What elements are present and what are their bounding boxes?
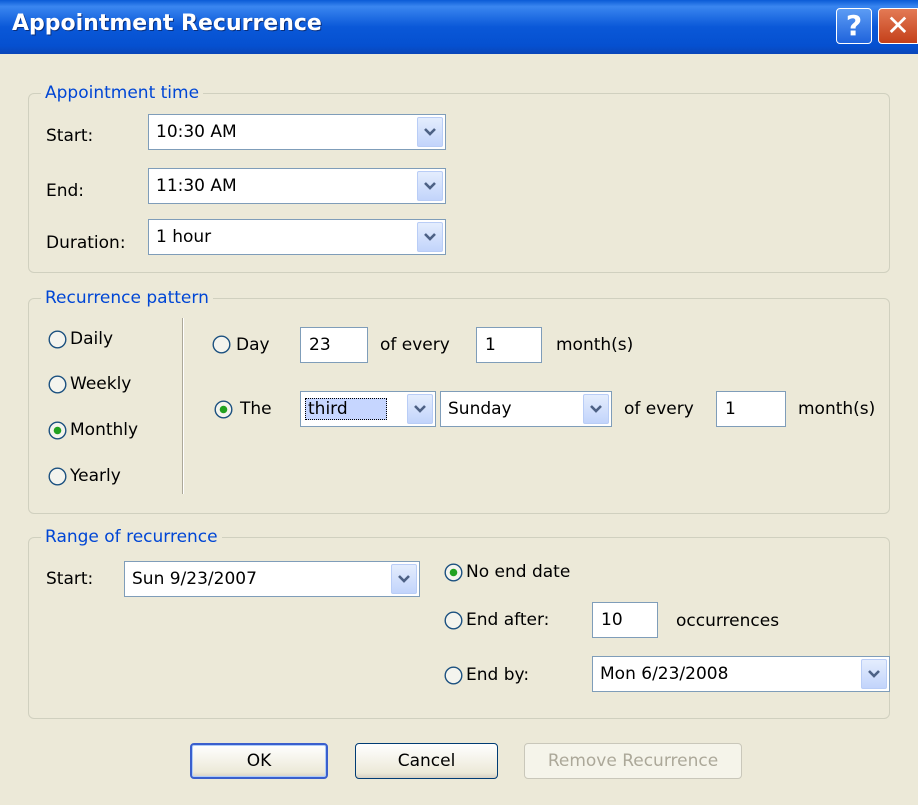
- monthly-label[interactable]: Monthly: [70, 419, 138, 441]
- window-title: Appointment Recurrence: [12, 11, 322, 36]
- range-start-select[interactable]: Sun 9/23/2007: [124, 561, 420, 597]
- no-end-date-radio[interactable]: [444, 563, 463, 582]
- chevron-down-icon: [398, 575, 410, 583]
- day-months-interval-input[interactable]: 1: [476, 327, 542, 363]
- chevron-down-icon: [424, 182, 436, 190]
- end-after-occurrences-input[interactable]: 10: [592, 602, 658, 638]
- pattern-divider: [182, 318, 184, 494]
- end-time-value: 11:30 AM: [156, 176, 237, 196]
- chevron-down-icon: [868, 670, 880, 678]
- range-start-dropdown-button[interactable]: [391, 564, 417, 594]
- ok-button[interactable]: OK: [190, 743, 328, 779]
- no-end-date-label[interactable]: No end date: [466, 561, 570, 583]
- start-time-select[interactable]: 10:30 AM: [148, 114, 446, 150]
- cancel-button[interactable]: Cancel: [355, 743, 498, 779]
- duration-label: Duration:: [46, 233, 126, 253]
- daily-radio[interactable]: [48, 330, 67, 349]
- day-of-every-label: of every: [380, 335, 450, 355]
- the-months-interval-value: 1: [725, 399, 736, 419]
- occurrences-label: occurrences: [676, 611, 780, 631]
- help-icon: ?: [845, 9, 863, 42]
- close-button[interactable]: ✕: [878, 8, 918, 44]
- duration-value: 1 hour: [156, 227, 212, 247]
- duration-dropdown-button[interactable]: [417, 222, 443, 252]
- duration-select[interactable]: 1 hour: [148, 219, 446, 255]
- end-by-label[interactable]: End by:: [466, 664, 529, 686]
- weekly-label[interactable]: Weekly: [70, 373, 131, 395]
- yearly-radio[interactable]: [48, 467, 67, 486]
- end-by-date-value: Mon 6/23/2008: [600, 664, 729, 684]
- day-option-label[interactable]: Day: [236, 334, 270, 356]
- end-after-label[interactable]: End after:: [466, 609, 549, 631]
- help-button[interactable]: ?: [836, 8, 872, 44]
- end-by-radio[interactable]: [444, 666, 463, 685]
- weekday-dropdown-button[interactable]: [583, 394, 609, 424]
- monthly-radio[interactable]: [48, 421, 67, 440]
- the-months-suffix: month(s): [798, 399, 876, 419]
- daily-label[interactable]: Daily: [70, 328, 113, 350]
- chevron-down-icon: [414, 405, 426, 413]
- chevron-down-icon: [424, 128, 436, 136]
- range-start-label: Start:: [46, 569, 94, 589]
- title-bar[interactable]: Appointment Recurrence ? ✕: [0, 0, 918, 54]
- the-option-radio[interactable]: [214, 400, 233, 419]
- yearly-label[interactable]: Yearly: [70, 465, 121, 487]
- day-months-interval-value: 1: [485, 335, 496, 355]
- start-time-value: 10:30 AM: [156, 122, 237, 142]
- end-after-radio[interactable]: [444, 611, 463, 630]
- day-option-radio[interactable]: [212, 335, 231, 354]
- end-time-label: End:: [46, 181, 85, 201]
- end-time-select[interactable]: 11:30 AM: [148, 168, 446, 204]
- end-by-dropdown-button[interactable]: [861, 659, 887, 689]
- day-months-suffix: month(s): [556, 335, 634, 355]
- the-option-label[interactable]: The: [240, 398, 272, 420]
- chevron-down-icon: [424, 233, 436, 241]
- ordinal-dropdown-button[interactable]: [407, 394, 433, 424]
- ordinal-value: third: [305, 398, 387, 420]
- ordinal-select[interactable]: third: [300, 391, 436, 427]
- day-of-month-value: 23: [309, 335, 331, 355]
- start-time-dropdown-button[interactable]: [417, 117, 443, 147]
- weekday-select[interactable]: Sunday: [440, 391, 612, 427]
- end-time-dropdown-button[interactable]: [417, 171, 443, 201]
- start-time-label: Start:: [46, 126, 94, 146]
- remove-recurrence-button: Remove Recurrence: [524, 743, 742, 779]
- end-after-occurrences-value: 10: [601, 610, 623, 630]
- close-icon: ✕: [886, 9, 910, 42]
- end-by-date-select[interactable]: Mon 6/23/2008: [592, 656, 890, 692]
- appointment-time-legend: Appointment time: [41, 82, 204, 104]
- the-of-every-label: of every: [624, 399, 694, 419]
- weekly-radio[interactable]: [48, 375, 67, 394]
- range-start-value: Sun 9/23/2007: [132, 569, 257, 589]
- chevron-down-icon: [590, 405, 602, 413]
- recurrence-pattern-legend: Recurrence pattern: [41, 287, 213, 309]
- weekday-value: Sunday: [448, 399, 512, 419]
- the-months-interval-input[interactable]: 1: [716, 391, 786, 427]
- range-of-recurrence-legend: Range of recurrence: [41, 526, 222, 548]
- day-of-month-input[interactable]: 23: [300, 327, 368, 363]
